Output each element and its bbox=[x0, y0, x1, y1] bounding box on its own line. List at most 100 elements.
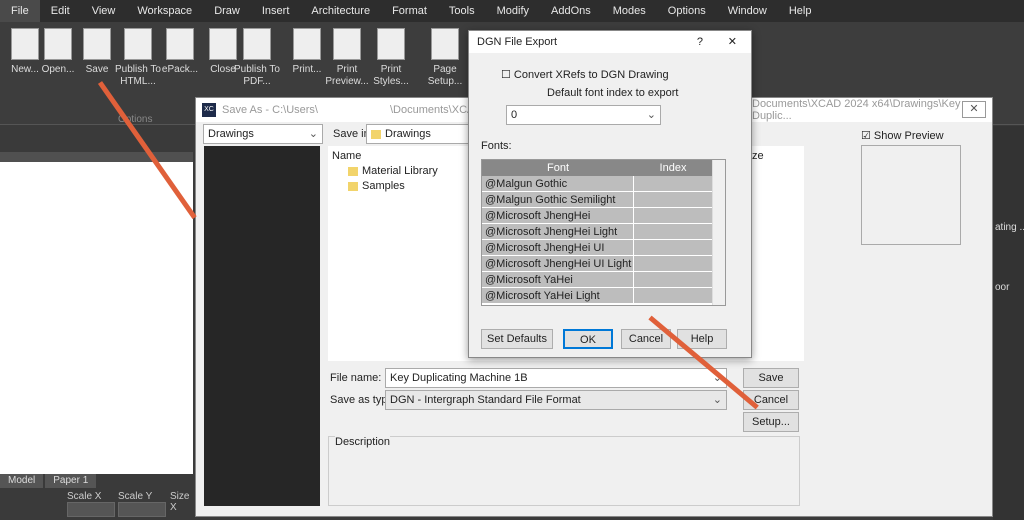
ribbon-icon bbox=[124, 28, 152, 60]
ribbon-button[interactable]: Page Setup... bbox=[420, 28, 470, 88]
right-panel-item[interactable]: oor bbox=[993, 280, 1024, 295]
layout-tabs: Model Paper 1 bbox=[0, 474, 195, 488]
menu-workspace[interactable]: Workspace bbox=[126, 0, 203, 22]
font-name: @Microsoft JhengHei bbox=[482, 208, 634, 223]
help-icon[interactable]: ? bbox=[697, 31, 703, 53]
menu-window[interactable]: Window bbox=[717, 0, 778, 22]
font-name: @Microsoft JhengHei UI bbox=[482, 240, 634, 255]
menu-edit[interactable]: Edit bbox=[40, 0, 81, 22]
menu-view[interactable]: View bbox=[81, 0, 127, 22]
menu-help[interactable]: Help bbox=[778, 0, 823, 22]
dgn-titlebar: DGN File Export ? ✕ bbox=[469, 31, 751, 53]
font-index[interactable] bbox=[634, 208, 712, 223]
save-button[interactable]: Save bbox=[743, 368, 799, 388]
convert-xrefs-checkbox[interactable]: ☐ Convert XRefs to DGN Drawing bbox=[501, 68, 669, 81]
menu-addons[interactable]: AddOns bbox=[540, 0, 602, 22]
font-row[interactable]: @Microsoft YaHei Light bbox=[482, 288, 725, 304]
font-name: @Microsoft JhengHei Light bbox=[482, 224, 634, 239]
font-index[interactable] bbox=[634, 224, 712, 239]
right-panel-item[interactable]: ating ... bbox=[993, 220, 1024, 235]
font-index[interactable] bbox=[634, 288, 712, 303]
folder-icon bbox=[348, 166, 358, 176]
font-index[interactable] bbox=[634, 176, 712, 191]
tab-model[interactable]: Model bbox=[0, 474, 44, 488]
ribbon-icon bbox=[243, 28, 271, 60]
ruler bbox=[0, 152, 193, 162]
ribbon-icon bbox=[293, 28, 321, 60]
dgn-dialog-title: DGN File Export bbox=[477, 36, 558, 48]
font-name: @Microsoft JhengHei UI Light bbox=[482, 256, 634, 271]
font-row[interactable]: @Microsoft JhengHei bbox=[482, 208, 725, 224]
close-icon[interactable]: ✕ bbox=[728, 31, 737, 53]
save-in-dropdown[interactable]: Drawings bbox=[366, 124, 476, 144]
fonts-label: Fonts: bbox=[481, 140, 512, 152]
menu-options[interactable]: Options bbox=[657, 0, 717, 22]
font-row[interactable]: @Microsoft JhengHei UI Light bbox=[482, 256, 725, 272]
preview-box bbox=[861, 145, 961, 245]
list-item[interactable]: Material Library bbox=[348, 165, 438, 177]
file-name-input[interactable]: Key Duplicating Machine 1B⌄ bbox=[385, 368, 727, 388]
dialog-title-path-right: Documents\XCAD 2024 x64\Drawings\Key Dup… bbox=[752, 98, 961, 122]
scale-y-label: Scale Y bbox=[118, 491, 153, 502]
ribbon-button[interactable]: Print Styles... bbox=[366, 28, 416, 88]
places-panel[interactable] bbox=[204, 146, 320, 506]
drawing-canvas[interactable] bbox=[0, 162, 193, 474]
set-defaults-button[interactable]: Set Defaults bbox=[481, 329, 553, 349]
ribbon-icon bbox=[377, 28, 405, 60]
save-as-type-dropdown[interactable]: DGN - Intergraph Standard File Format ⌄ bbox=[385, 390, 727, 410]
show-preview-checkbox[interactable]: ☑ Show Preview bbox=[861, 129, 944, 142]
properties-bar: Scale X Scale Y Size X bbox=[0, 488, 195, 520]
menu-insert[interactable]: Insert bbox=[251, 0, 301, 22]
menu-file[interactable]: File bbox=[0, 0, 40, 22]
column-size[interactable]: ze bbox=[752, 150, 764, 162]
scale-x-input[interactable] bbox=[67, 502, 115, 517]
font-name: @Microsoft YaHei bbox=[482, 272, 634, 287]
font-index[interactable] bbox=[634, 240, 712, 255]
right-panel: ating ... oor bbox=[993, 126, 1024, 520]
menu-draw[interactable]: Draw bbox=[203, 0, 251, 22]
ribbon-button[interactable]: Publish To PDF... bbox=[232, 28, 282, 88]
fonts-table[interactable]: Font Index @Malgun Gothic @Malgun Gothic S… bbox=[481, 159, 726, 306]
ribbon-icon bbox=[166, 28, 194, 60]
font-row[interactable]: @Microsoft JhengHei Light bbox=[482, 224, 725, 240]
font-name: @Microsoft YaHei Light bbox=[482, 288, 634, 303]
menu-format[interactable]: Format bbox=[381, 0, 438, 22]
column-index[interactable]: Index bbox=[634, 160, 712, 176]
font-row[interactable]: @Malgun Gothic bbox=[482, 176, 725, 192]
ribbon-icon bbox=[44, 28, 72, 60]
font-index[interactable] bbox=[634, 272, 712, 287]
column-name[interactable]: Name bbox=[332, 150, 361, 162]
font-row[interactable]: @Microsoft JhengHei UI bbox=[482, 240, 725, 256]
tab-paper-1[interactable]: Paper 1 bbox=[45, 474, 97, 488]
font-index[interactable] bbox=[634, 192, 712, 207]
close-button[interactable]: ✕ bbox=[962, 101, 986, 118]
dgn-export-dialog: DGN File Export ? ✕ ☐ Convert XRefs to D… bbox=[468, 30, 752, 358]
ribbon-button[interactable]: Print Preview... bbox=[322, 28, 372, 88]
menu-modify[interactable]: Modify bbox=[486, 0, 540, 22]
menu-architecture[interactable]: Architecture bbox=[300, 0, 381, 22]
ok-button[interactable]: OK bbox=[563, 329, 613, 349]
list-item[interactable]: Samples bbox=[348, 180, 405, 192]
menu-tools[interactable]: Tools bbox=[438, 0, 486, 22]
ribbon-icon bbox=[333, 28, 361, 60]
description-group: Description bbox=[328, 436, 800, 506]
ribbon-icon bbox=[431, 28, 459, 60]
font-row[interactable]: @Malgun Gothic Semilight bbox=[482, 192, 725, 208]
default-font-label: Default font index to export bbox=[547, 87, 679, 99]
default-font-dropdown[interactable]: 0 ⌄ bbox=[506, 105, 661, 125]
dialog-title: Save As - C:\Users\ bbox=[222, 104, 318, 116]
file-name-label: File name: bbox=[330, 372, 382, 384]
places-dropdown[interactable]: Drawings ⌄ bbox=[203, 124, 323, 144]
column-font[interactable]: Font bbox=[482, 160, 634, 176]
folder-icon bbox=[348, 181, 358, 191]
font-row[interactable]: @Microsoft YaHei bbox=[482, 272, 725, 288]
menu-modes[interactable]: Modes bbox=[602, 0, 657, 22]
font-index[interactable] bbox=[634, 256, 712, 271]
size-x-label: Size X bbox=[170, 491, 190, 513]
ribbon-icon bbox=[83, 28, 111, 60]
setup-button[interactable]: Setup... bbox=[743, 412, 799, 432]
scrollbar[interactable] bbox=[712, 160, 725, 305]
font-name: @Malgun Gothic bbox=[482, 176, 634, 191]
font-name: @Malgun Gothic Semilight bbox=[482, 192, 634, 207]
scale-y-input[interactable] bbox=[118, 502, 166, 517]
